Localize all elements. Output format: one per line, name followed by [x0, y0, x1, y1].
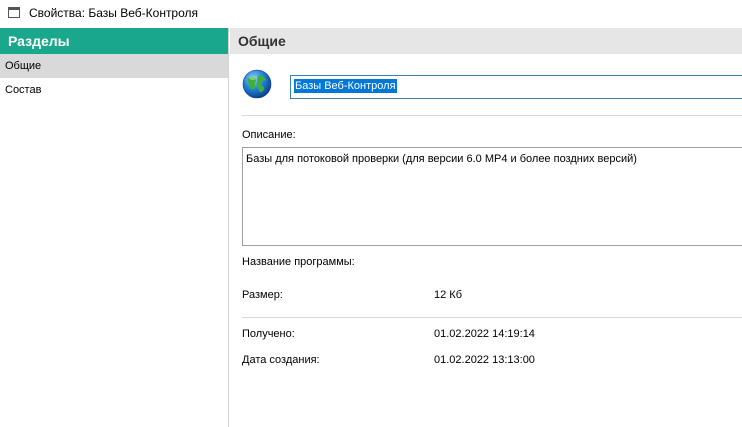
title-bar: Свойства: Базы Веб-Контроля — [0, 0, 742, 26]
program-name-label: Название программы: — [242, 256, 355, 268]
divider — [242, 317, 742, 318]
name-field-selected-text: Базы Веб-Контроля — [294, 79, 397, 93]
created-label: Дата создания: — [242, 354, 320, 366]
sidebar-item-contents[interactable]: Состав — [0, 78, 228, 102]
sidebar-header: Разделы — [0, 28, 228, 54]
description-field[interactable]: Базы для потоковой проверки (для версии … — [242, 147, 742, 246]
panel-header: Общие — [230, 28, 742, 54]
globe-icon — [242, 69, 272, 99]
received-value: 01.02.2022 14:19:14 — [434, 328, 535, 340]
created-value: 01.02.2022 13:13:00 — [434, 354, 535, 366]
sections-sidebar: Разделы Общие Состав — [0, 28, 229, 427]
properties-window: Свойства: Базы Веб-Контроля Разделы Общи… — [0, 0, 742, 427]
description-label: Описание: — [242, 129, 296, 141]
window-icon — [8, 7, 20, 18]
general-panel: Общие Базы Веб-Контроля Описание: Базы д… — [230, 28, 742, 427]
size-label: Размер: — [242, 289, 283, 301]
window-title: Свойства: Базы Веб-Контроля — [29, 6, 199, 20]
size-value: 12 Кб — [434, 289, 462, 301]
received-label: Получено: — [242, 328, 295, 340]
sidebar-item-general[interactable]: Общие — [0, 54, 228, 78]
name-field[interactable]: Базы Веб-Контроля — [290, 75, 742, 99]
divider — [242, 115, 742, 116]
